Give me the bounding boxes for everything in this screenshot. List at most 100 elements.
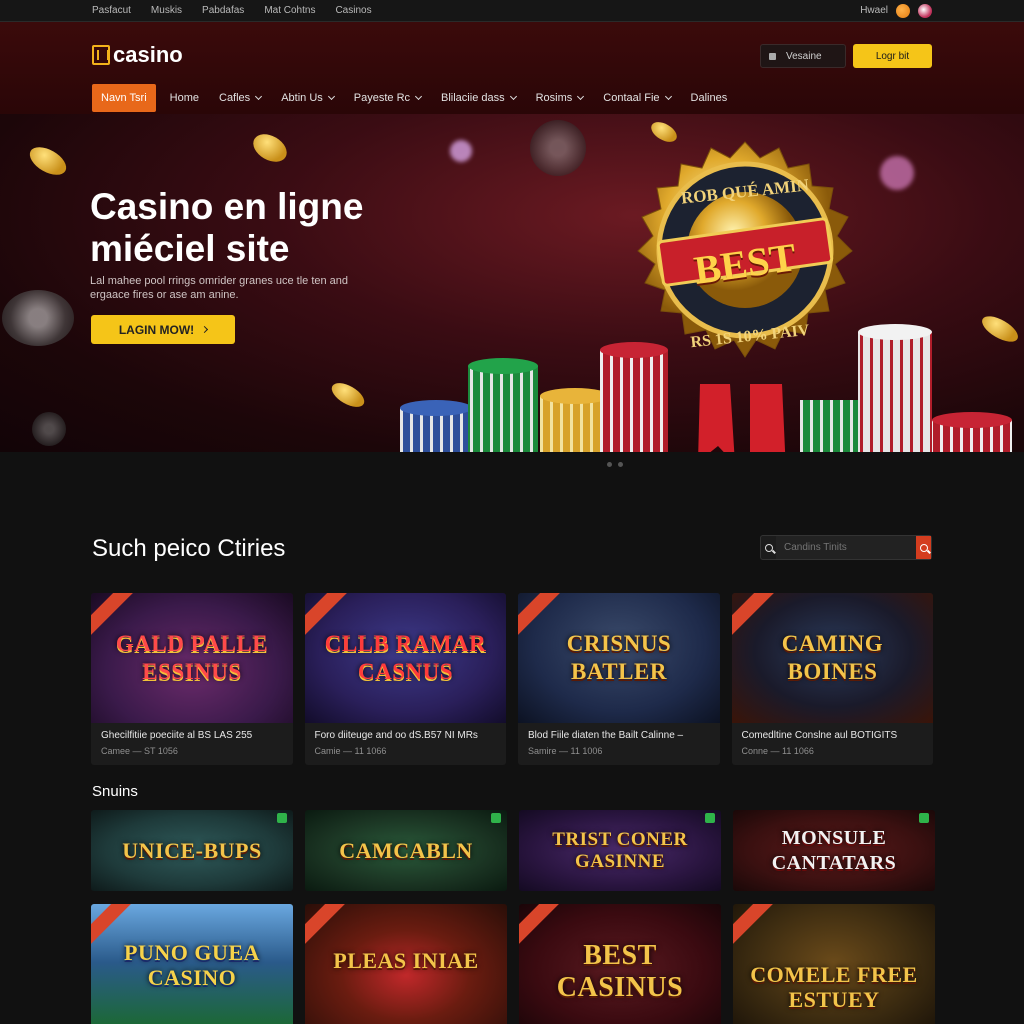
game-card[interactable]: GALD PALLE ESSINUS Ghecilfitiie poeciite… (91, 593, 293, 765)
account-label: Vesaine (786, 50, 822, 62)
games-grid: UNICE-BUPS CAMCABLN TRIST CONER GASINNE … (91, 810, 935, 1024)
game-art-title: GALD PALLE ESSINUS (115, 631, 269, 684)
search-input[interactable] (776, 536, 916, 559)
game-tile-title: PLEAS INIAE (333, 948, 479, 973)
nav-item-contact[interactable]: Contaal Fie (593, 84, 680, 112)
brand-name: casino (113, 42, 183, 67)
nav-label: Abtin Us (281, 92, 323, 104)
chip-stack (468, 366, 538, 452)
game-tile-title: TRIST CONER GASINNE (552, 828, 688, 872)
game-card-name: Foro diiteuge and oo dS.B57 NI MRs (314, 730, 478, 741)
new-badge-icon (277, 813, 287, 823)
game-tile[interactable]: UNICE-BUPS (91, 810, 293, 891)
game-tile[interactable]: PUNO GUEA CASINO (91, 904, 293, 1024)
coin-icon[interactable] (896, 3, 910, 18)
chevron-down-icon (327, 92, 335, 101)
nav-item-games[interactable]: Cafles (209, 84, 271, 112)
game-card-name: Blod Fiile diaten the Bailt Calinne – (528, 730, 684, 741)
account-field[interactable]: Vesaine (760, 44, 846, 68)
game-tile[interactable]: PLEAS INIAE (305, 904, 507, 1024)
game-tile-title: COMELE FREE ESTUEY (750, 962, 918, 1012)
featured-cards: GALD PALLE ESSINUS Ghecilfitiie poeciite… (91, 593, 933, 765)
game-card-info: Foro diiteuge and oo dS.B57 NI MRs Camie… (305, 723, 507, 756)
utility-right-label[interactable]: Hwael (860, 5, 888, 16)
game-tile[interactable]: CAMCABLN (305, 810, 507, 891)
nav-item-deals[interactable]: Dalines (681, 84, 738, 112)
featured-section-title: Such peico Ctiries (92, 535, 286, 562)
ribbon-tail (750, 384, 786, 452)
chip-stack (540, 396, 610, 452)
utility-link[interactable]: Mat Cohtns (264, 5, 315, 16)
game-card[interactable]: CLLB RAMAR CASNUS Foro diiteuge and oo d… (304, 593, 507, 765)
chip-stack (600, 350, 668, 452)
game-tile[interactable]: BEST CASINUS (519, 904, 721, 1024)
game-tile-title: UNICE-BUPS (122, 838, 262, 863)
game-card-info: Comedltine Conslne aul BOTIGITS Conne — … (732, 723, 934, 756)
game-card-art: CRISNUS BATLER (518, 593, 720, 723)
game-tile[interactable]: MONSULE CANTATARS (733, 810, 935, 891)
casino-logo-icon (92, 45, 110, 65)
nav-item-rooms[interactable]: Rosims (526, 84, 594, 112)
game-tile-title: BEST CASINUS (556, 940, 684, 1003)
utility-link[interactable]: Pasfacut (92, 5, 131, 16)
site-header: casino Vesaine Logr bit Navn Tsri Home C… (0, 22, 1024, 114)
game-art-title: CLLB RAMAR CASNUS (324, 631, 487, 684)
chevron-down-icon (664, 92, 672, 101)
game-tile-title: MONSULE CANTATARS (771, 826, 897, 874)
magnifier-shape (764, 543, 773, 552)
game-card-meta: Conne — 11 1066 (741, 746, 814, 756)
game-tile[interactable]: TRIST CONER GASINNE (519, 810, 721, 891)
search-icon (761, 536, 776, 559)
chip-stack (800, 400, 860, 452)
nav-label: Payeste Rc (353, 92, 411, 104)
game-art-title: CAMING BOINES (781, 631, 884, 684)
nav-item-blackjack[interactable]: Blilaciie dass (431, 84, 526, 112)
game-card-info: Ghecilfitiie poeciite al BS LAS 255 Came… (91, 723, 293, 756)
game-tile[interactable]: COMELE FREE ESTUEY (733, 904, 935, 1024)
utility-link[interactable]: Pabdafas (202, 5, 244, 16)
hero-banner: Casino en ligne miéciel site Lal mahee p… (0, 114, 1024, 452)
nav-item-about[interactable]: Abtin Us (271, 84, 344, 112)
game-art-title: CRISNUS BATLER (566, 631, 672, 684)
search-icon (919, 543, 928, 552)
utility-link[interactable]: Muskis (151, 5, 182, 16)
search-button[interactable] (916, 536, 931, 559)
game-card[interactable]: CRISNUS BATLER Blod Fiile diaten the Bai… (518, 593, 720, 765)
nav-label: Rosims (535, 92, 573, 104)
utility-link[interactable]: Casinos (335, 5, 371, 16)
nav-label: Dalines (690, 92, 728, 104)
nav-item-featured[interactable]: Navn Tsri (92, 84, 156, 112)
slider-dot[interactable] (607, 462, 612, 467)
chip-stacks-illustration (400, 141, 1012, 452)
casino-page: Pasfacut Muskis Pabdafas Mat Cohtns Casi… (0, 0, 1024, 1024)
poker-chip-icon[interactable] (918, 3, 932, 18)
nav-item-payments[interactable]: Payeste Rc (344, 84, 431, 112)
game-card-art: GALD PALLE ESSINUS (91, 593, 293, 723)
chip-stack (932, 412, 1012, 428)
new-badge-icon (491, 813, 501, 823)
site-logo[interactable]: casino (92, 42, 183, 68)
game-card-art: CLLB RAMAR CASNUS (304, 593, 506, 723)
nav-item-home[interactable]: Home (160, 84, 209, 112)
chip-stack (540, 388, 610, 404)
game-tile-title: PUNO GUEA CASINO (124, 940, 260, 990)
nav-label: Home (169, 92, 199, 104)
slider-dot[interactable] (618, 462, 623, 467)
game-card[interactable]: CAMING BOINES Comedltine Conslne aul BOT… (731, 593, 934, 765)
new-badge-icon (705, 813, 715, 823)
game-search (760, 535, 932, 560)
game-card-meta: Camie — 11 1066 (314, 746, 387, 756)
chevron-down-icon (509, 92, 517, 101)
utility-right: Hwael (860, 3, 932, 18)
utility-links: Pasfacut Muskis Pabdafas Mat Cohtns Casi… (92, 5, 392, 16)
game-card-meta: Camee — ST 1056 (101, 746, 178, 756)
nav-label: Cafles (219, 92, 251, 104)
lock-icon (769, 52, 776, 60)
game-card-meta: Samire — 11 1006 (528, 746, 603, 756)
chip-stack (600, 342, 668, 358)
login-button[interactable]: Logr bit (853, 44, 932, 68)
chevron-down-icon (255, 92, 263, 101)
new-badge-icon (919, 813, 929, 823)
nav-label: Navn Tsri (101, 92, 147, 104)
chip-stack (858, 332, 932, 452)
